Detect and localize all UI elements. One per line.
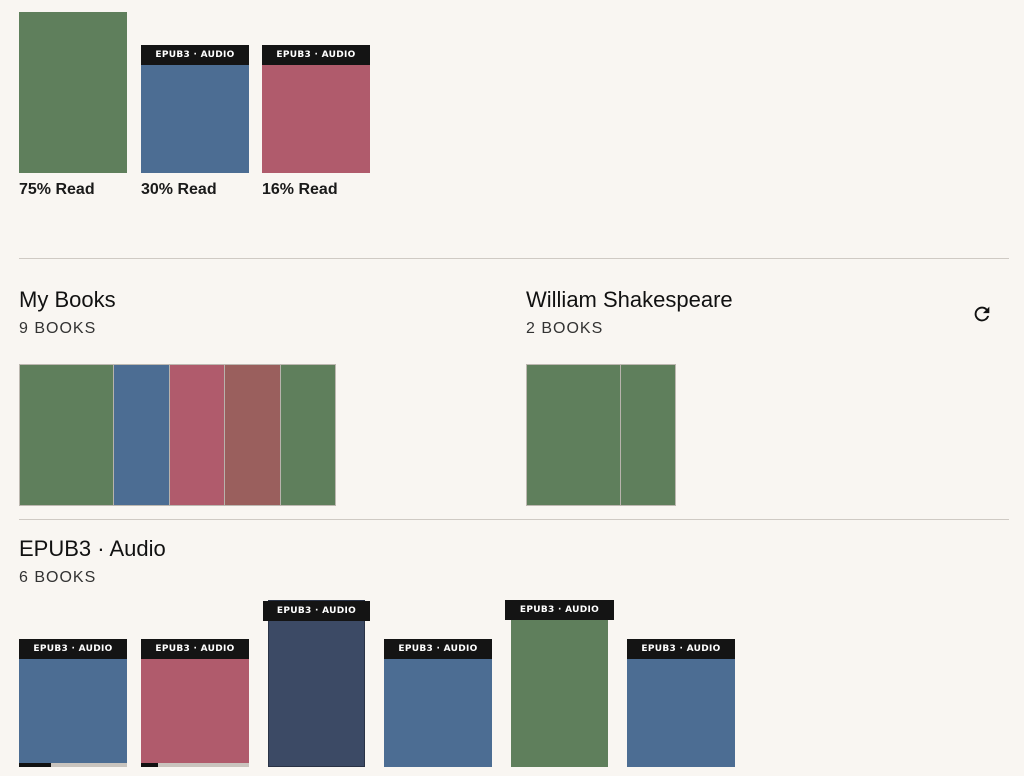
book-spine (20, 365, 114, 505)
book-cover[interactable]: EPUB3 · AUDIO (627, 639, 735, 767)
book-cover[interactable]: EPUB3 · AUDIO (505, 600, 614, 767)
progress-bar (19, 763, 127, 767)
book-cover[interactable]: EPUB3 · AUDIO (263, 600, 370, 767)
shelf-stack-my-books[interactable] (19, 364, 336, 506)
shelf-stack-shakespeare[interactable] (526, 364, 676, 506)
format-badge: EPUB3 · AUDIO (627, 639, 735, 659)
read-progress-label: 16% Read (262, 181, 338, 198)
progress-fill (141, 763, 159, 767)
book-cover[interactable] (19, 12, 127, 173)
progress-bar (141, 763, 249, 767)
book-spine (527, 365, 621, 505)
shelf-title[interactable]: William Shakespeare (526, 287, 733, 313)
format-badge: EPUB3 · AUDIO (141, 45, 249, 65)
format-badge: EPUB3 · AUDIO (19, 639, 127, 659)
book-cover[interactable]: EPUB3 · AUDIO (19, 639, 127, 767)
format-badge: EPUB3 · AUDIO (505, 600, 614, 620)
book-cover[interactable]: EPUB3 · AUDIO (141, 639, 249, 767)
book-spine (621, 365, 675, 505)
book-spine (281, 365, 335, 505)
read-progress-label: 30% Read (141, 181, 217, 198)
section-divider (19, 258, 1009, 259)
format-badge: EPUB3 · AUDIO (262, 45, 370, 65)
progress-fill (19, 763, 52, 767)
read-progress-label: 75% Read (19, 181, 95, 198)
book-cover[interactable]: EPUB3 · AUDIO (262, 45, 370, 173)
section-count: 6 BOOKS (19, 569, 97, 586)
refresh-icon[interactable] (968, 300, 996, 328)
book-spine (114, 365, 170, 505)
book-cover[interactable]: EPUB3 · AUDIO (141, 45, 249, 173)
shelf-count: 2 BOOKS (526, 320, 604, 337)
section-title[interactable]: EPUB3 · Audio (19, 536, 166, 562)
format-badge: EPUB3 · AUDIO (384, 639, 492, 659)
section-divider (19, 519, 1009, 520)
format-badge: EPUB3 · AUDIO (263, 601, 370, 621)
format-badge: EPUB3 · AUDIO (141, 639, 249, 659)
book-cover[interactable]: EPUB3 · AUDIO (384, 639, 492, 767)
book-spine (170, 365, 225, 505)
shelf-count: 9 BOOKS (19, 320, 97, 337)
shelf-title[interactable]: My Books (19, 287, 116, 313)
book-spine (225, 365, 281, 505)
